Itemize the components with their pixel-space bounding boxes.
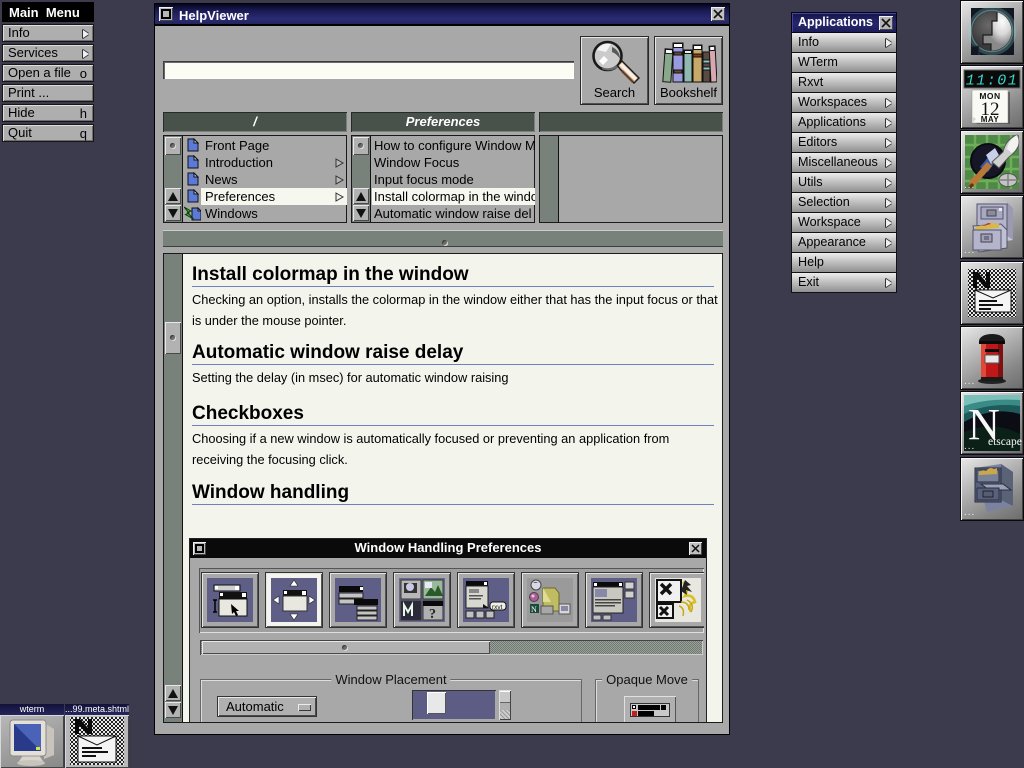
svg-text:MAY: MAY xyxy=(981,115,1000,124)
svg-text:etscape: etscape xyxy=(988,436,1022,448)
svg-text:11:01: 11:01 xyxy=(966,73,1019,90)
svg-text:?: ? xyxy=(429,607,436,622)
svg-text:rxvt: rxvt xyxy=(492,604,503,611)
svg-text:N: N xyxy=(531,605,537,614)
